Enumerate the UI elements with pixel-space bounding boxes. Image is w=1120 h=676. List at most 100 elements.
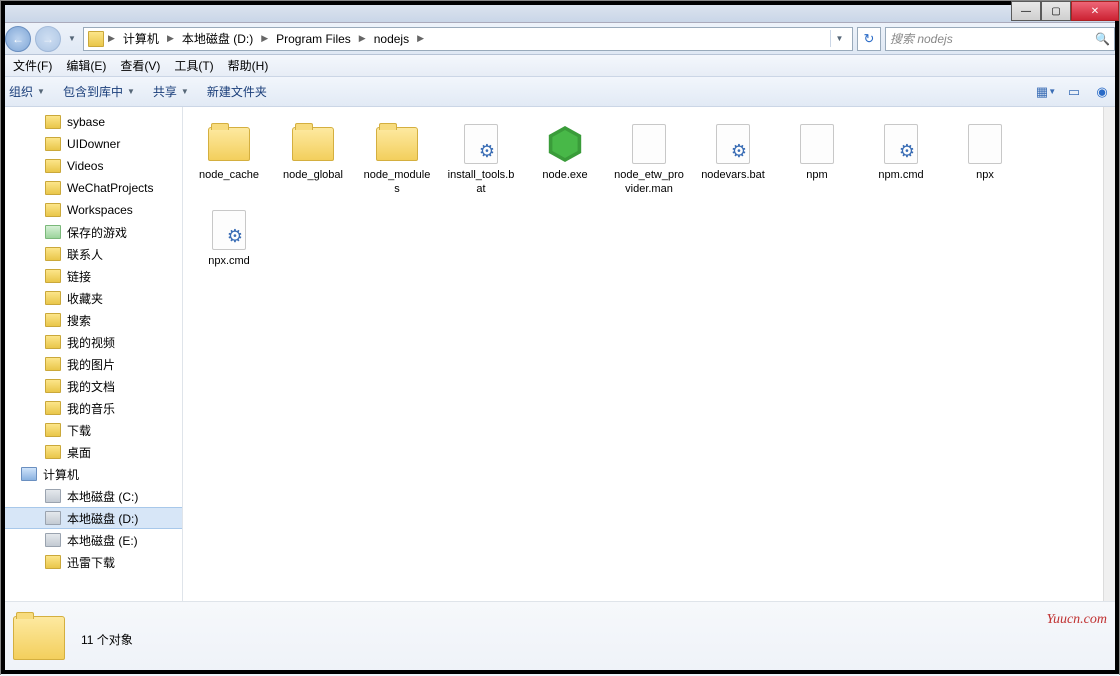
sidebar-item-label: 我的视频 bbox=[67, 334, 115, 351]
file-label: node_global bbox=[283, 169, 343, 183]
search-icon[interactable]: 🔍 bbox=[1095, 32, 1110, 46]
folder-icon bbox=[45, 291, 61, 305]
drive-icon bbox=[45, 511, 61, 525]
refresh-button[interactable]: ↻ bbox=[857, 27, 881, 51]
menu-edit[interactable]: 编辑(E) bbox=[60, 55, 112, 76]
help-icon[interactable]: ◉ bbox=[1093, 83, 1111, 101]
file-item[interactable]: npm bbox=[779, 119, 855, 201]
folder-icon bbox=[13, 616, 65, 662]
nav-history-dropdown[interactable]: ▼ bbox=[65, 26, 79, 52]
back-button[interactable]: ← bbox=[5, 26, 31, 52]
sidebar-item[interactable]: 迅雷下载 bbox=[1, 551, 182, 573]
organize-button[interactable]: 组织▼ bbox=[9, 83, 45, 100]
sidebar-item[interactable]: 下载 bbox=[1, 419, 182, 441]
preview-pane-icon[interactable]: ▭ bbox=[1065, 83, 1083, 101]
sidebar-item-label: 链接 bbox=[67, 268, 91, 285]
address-bar[interactable]: ▶ 计算机 ▶ 本地磁盘 (D:) ▶ Program Files ▶ node… bbox=[83, 27, 853, 51]
file-item[interactable]: npx bbox=[947, 119, 1023, 201]
special-icon bbox=[45, 225, 61, 239]
sidebar-item[interactable]: Videos bbox=[1, 155, 182, 177]
sidebar-item[interactable]: 联系人 bbox=[1, 243, 182, 265]
share-button[interactable]: 共享▼ bbox=[153, 83, 189, 100]
folder-icon bbox=[290, 123, 336, 165]
breadcrumb-item[interactable]: Program Files bbox=[272, 32, 355, 46]
folder-icon bbox=[45, 379, 61, 393]
sidebar-tree[interactable]: sybaseUIDowner Videos WeChatProjectsWorksp… bbox=[1, 107, 183, 601]
sidebar-item[interactable]: 计算机 bbox=[1, 463, 182, 485]
file-item[interactable]: npm.cmd bbox=[863, 119, 939, 201]
file-item[interactable]: node_modules bbox=[359, 119, 435, 201]
file-item[interactable]: node_etw_provider.man bbox=[611, 119, 687, 201]
status-count: 11 个对象 bbox=[81, 631, 133, 648]
nodejs-icon bbox=[542, 123, 588, 165]
sidebar-item[interactable]: 搜索 bbox=[1, 309, 182, 331]
sidebar-item[interactable]: WeChatProjects bbox=[1, 177, 182, 199]
new-folder-button[interactable]: 新建文件夹 bbox=[207, 83, 267, 100]
chevron-right-icon[interactable]: ▶ bbox=[415, 33, 426, 44]
chevron-right-icon[interactable]: ▶ bbox=[357, 33, 368, 44]
sidebar-item-label: 本地磁盘 (E:) bbox=[67, 532, 138, 549]
file-item[interactable]: npx.cmd bbox=[191, 205, 267, 273]
file-label: nodevars.bat bbox=[701, 169, 765, 183]
folder-icon bbox=[88, 31, 104, 47]
toolbar: 组织▼ 包含到库中▼ 共享▼ 新建文件夹 ▦ ▼ ▭ ◉ bbox=[1, 77, 1119, 107]
menu-help[interactable]: 帮助(H) bbox=[222, 55, 275, 76]
include-library-button[interactable]: 包含到库中▼ bbox=[63, 83, 135, 100]
chevron-right-icon[interactable]: ▶ bbox=[106, 33, 117, 44]
close-button[interactable]: ✕ bbox=[1071, 1, 1119, 21]
sidebar-item-label: 保存的游戏 bbox=[67, 224, 127, 241]
sidebar-item[interactable]: 我的音乐 bbox=[1, 397, 182, 419]
batch-file-icon bbox=[878, 123, 924, 165]
sidebar-item[interactable]: 本地磁盘 (C:) bbox=[1, 485, 182, 507]
sidebar-item[interactable]: 保存的游戏 bbox=[1, 221, 182, 243]
sidebar-item-label: 下载 bbox=[67, 422, 91, 439]
file-label: node_modules bbox=[361, 169, 433, 197]
folder-icon bbox=[45, 247, 61, 261]
file-list[interactable]: node_cache node_global node_modules install… bbox=[183, 107, 1103, 601]
breadcrumb-item[interactable]: nodejs bbox=[370, 32, 413, 46]
file-item[interactable]: nodevars.bat bbox=[695, 119, 771, 201]
sidebar-item-label: 我的音乐 bbox=[67, 400, 115, 417]
folder-icon bbox=[206, 123, 252, 165]
file-item[interactable]: node_global bbox=[275, 119, 351, 201]
sidebar-item[interactable]: 链接 bbox=[1, 265, 182, 287]
drive-icon bbox=[45, 489, 61, 503]
maximize-button[interactable]: ▢ bbox=[1041, 1, 1071, 21]
menu-tools[interactable]: 工具(T) bbox=[168, 55, 219, 76]
sidebar-item[interactable]: 我的文档 bbox=[1, 375, 182, 397]
address-dropdown[interactable]: ▼ bbox=[830, 30, 848, 47]
file-label: npm.cmd bbox=[878, 169, 923, 183]
chevron-right-icon[interactable]: ▶ bbox=[259, 33, 270, 44]
status-bar: 11 个对象 bbox=[1, 601, 1119, 676]
sidebar-item[interactable]: 本地磁盘 (D:) bbox=[1, 507, 182, 529]
chevron-right-icon[interactable]: ▶ bbox=[165, 33, 176, 44]
scrollbar[interactable] bbox=[1103, 107, 1119, 601]
minimize-button[interactable]: — bbox=[1011, 1, 1041, 21]
sidebar-item[interactable]: 我的图片 bbox=[1, 353, 182, 375]
breadcrumb-item[interactable]: 计算机 bbox=[119, 30, 163, 47]
folder-icon bbox=[45, 445, 61, 459]
forward-button[interactable]: → bbox=[35, 26, 61, 52]
folder-icon bbox=[45, 423, 61, 437]
sidebar-item-label: Videos bbox=[67, 159, 103, 173]
sidebar-item[interactable]: Workspaces bbox=[1, 199, 182, 221]
sidebar-item[interactable]: 收藏夹 bbox=[1, 287, 182, 309]
menu-file[interactable]: 文件(F) bbox=[7, 55, 58, 76]
folder-icon bbox=[374, 123, 420, 165]
sidebar-item[interactable]: sybase bbox=[1, 111, 182, 133]
file-item[interactable]: node.exe bbox=[527, 119, 603, 201]
file-item[interactable]: install_tools.bat bbox=[443, 119, 519, 201]
file-item[interactable]: node_cache bbox=[191, 119, 267, 201]
file-label: node.exe bbox=[542, 169, 587, 183]
search-input[interactable]: 搜索 nodejs 🔍 bbox=[885, 27, 1115, 51]
breadcrumb-item[interactable]: 本地磁盘 (D:) bbox=[178, 30, 257, 47]
sidebar-item[interactable]: 桌面 bbox=[1, 441, 182, 463]
view-options-icon[interactable]: ▦ ▼ bbox=[1037, 83, 1055, 101]
sidebar-item[interactable]: 我的视频 bbox=[1, 331, 182, 353]
sidebar-item[interactable]: UIDowner bbox=[1, 133, 182, 155]
sidebar-item[interactable]: 本地磁盘 (E:) bbox=[1, 529, 182, 551]
window-controls: — ▢ ✕ bbox=[1011, 1, 1119, 21]
menu-view[interactable]: 查看(V) bbox=[114, 55, 166, 76]
sidebar-item-label: 收藏夹 bbox=[67, 290, 103, 307]
file-icon bbox=[626, 123, 672, 165]
